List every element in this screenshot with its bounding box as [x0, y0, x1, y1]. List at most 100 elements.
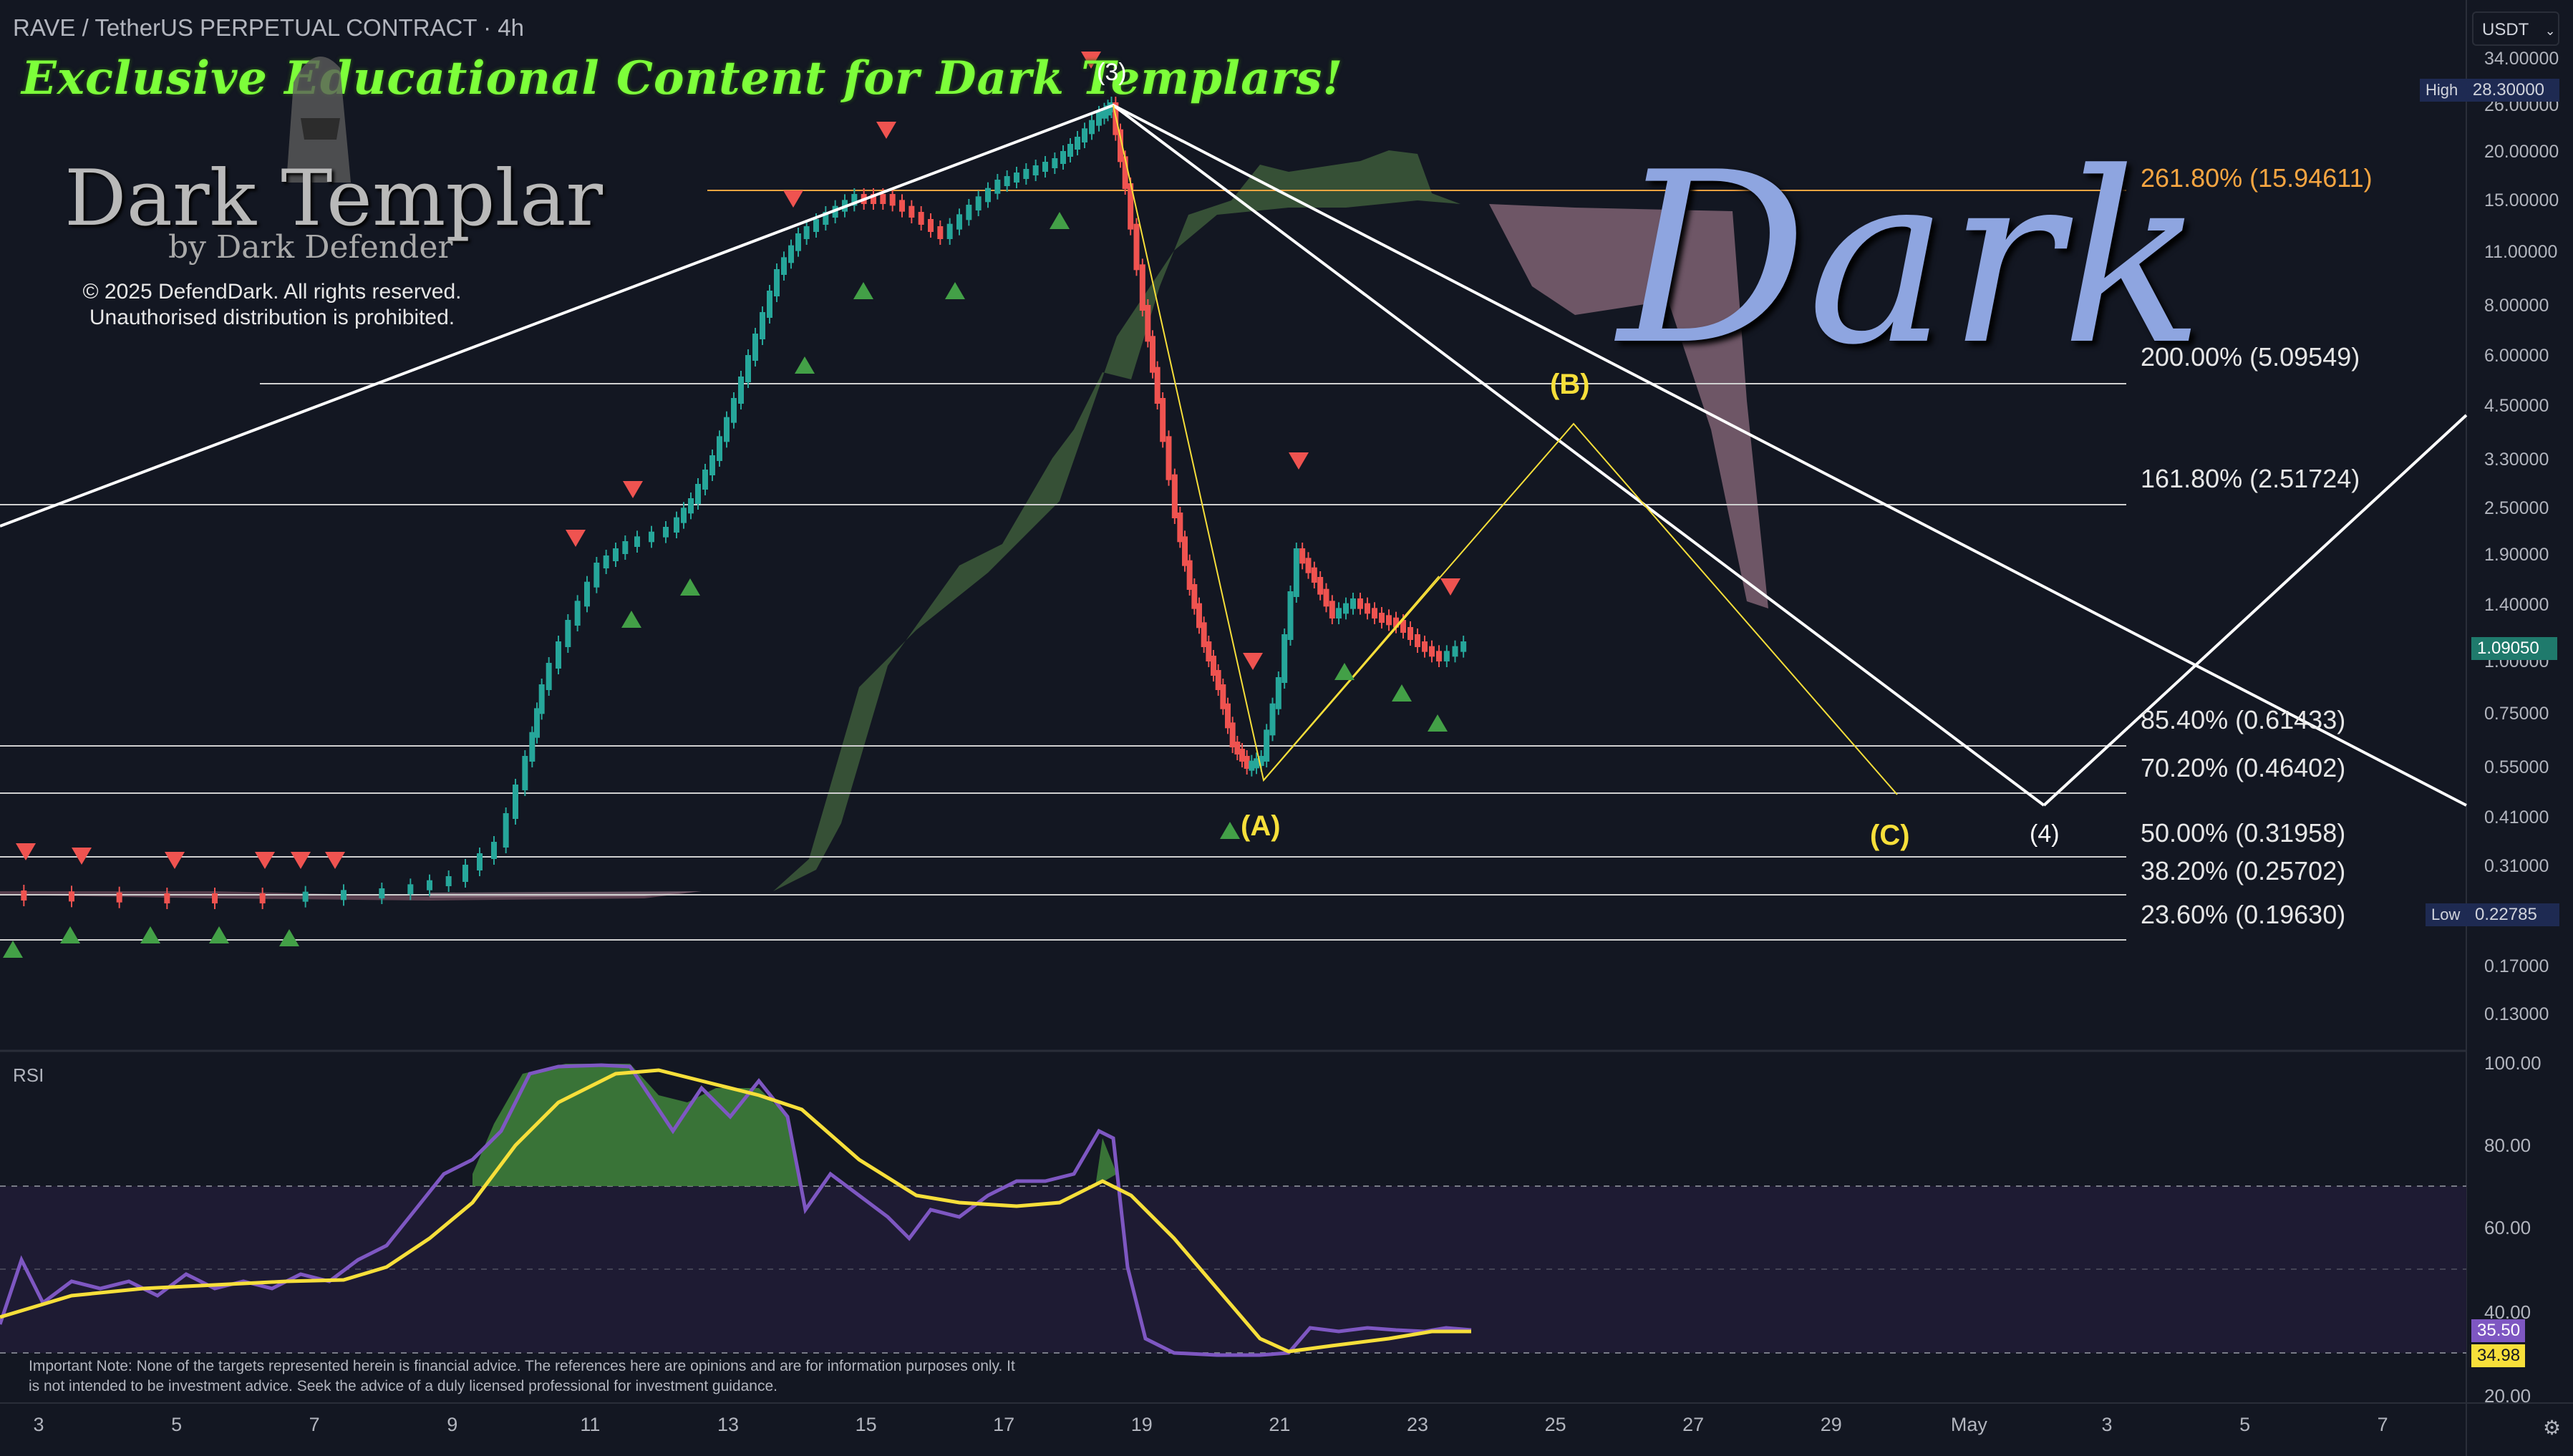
candle-body: [69, 891, 74, 902]
candle-body: [889, 194, 896, 206]
candle-body: [1089, 120, 1095, 135]
candle-body: [1014, 173, 1019, 183]
candle-body: [302, 891, 309, 902]
candle-body: [1323, 588, 1329, 607]
candle-body: [1154, 367, 1160, 404]
candle-body: [1460, 641, 1467, 652]
time-tick: 3: [33, 1414, 44, 1435]
candle-body: [1407, 627, 1413, 640]
rsi-value-tag: 35.50: [2471, 1319, 2525, 1342]
candle-body: [803, 226, 810, 239]
candle-body: [212, 893, 218, 903]
candle-body: [1343, 603, 1349, 614]
candle-body: [795, 233, 801, 251]
candle-body: [738, 377, 744, 404]
time-tick: 9: [447, 1414, 458, 1435]
candle-body: [760, 312, 765, 339]
wave-b-label: (B): [1550, 369, 1590, 400]
candle-body: [634, 536, 640, 547]
candle-body: [565, 620, 571, 647]
candle-body: [503, 813, 509, 848]
disclaimer-note: Important Note: None of the targets repr…: [29, 1358, 1015, 1394]
rsi-ma-tag: 34.98: [2471, 1344, 2525, 1367]
copyright-notice: © 2025 DefendDark. All rights reserved. …: [57, 279, 487, 331]
candle-body: [956, 214, 962, 230]
candle-body: [724, 417, 730, 442]
high-label: High: [2426, 81, 2458, 99]
candle-body: [994, 180, 1001, 194]
candle-body: [1082, 128, 1087, 142]
price-tick: 4.50000: [2484, 396, 2549, 416]
high-badge: High 28.30000: [2420, 79, 2559, 102]
price-tick: 3.30000: [2484, 450, 2549, 470]
price-tick: 0.17000: [2484, 956, 2549, 976]
candle-body: [593, 563, 600, 588]
settings-gear-icon[interactable]: ⚙: [2543, 1416, 2561, 1440]
currency-selector[interactable]: USDT ⌄: [2472, 11, 2559, 46]
wave-3-label: (3): [1097, 59, 1127, 86]
time-tick: 11: [580, 1414, 601, 1435]
low-badge: Low 0.22785: [2426, 903, 2559, 926]
candle-body: [928, 219, 934, 232]
candle-body: [1264, 729, 1270, 762]
time-tick: 5: [171, 1414, 183, 1435]
candle-body: [702, 470, 708, 490]
fib-level-label: 70.20% (0.46402): [2141, 753, 2346, 782]
candle-body: [1429, 646, 1435, 657]
time-tick: 19: [1130, 1414, 1153, 1435]
wave-4-label: (4): [2030, 820, 2060, 848]
candle-body: [1133, 223, 1140, 271]
candle-body: [717, 436, 722, 461]
price-tick: 6.00000: [2484, 346, 2549, 366]
candle-body: [1299, 548, 1306, 564]
candle-body: [1171, 474, 1178, 518]
brand-subtitle: by Dark Defender: [168, 229, 453, 266]
candle-body: [788, 245, 794, 263]
candle-body: [1329, 601, 1335, 618]
candle-body: [1067, 144, 1073, 157]
candle-body: [908, 205, 915, 218]
high-value: 28.30000: [2472, 80, 2545, 100]
candle-body: [584, 581, 590, 607]
time-tick: 5: [2239, 1414, 2251, 1435]
candle-body: [752, 334, 758, 361]
time-tick: 23: [1406, 1414, 1429, 1435]
rsi-tick: 80.00: [2484, 1135, 2531, 1156]
candle-body: [379, 888, 385, 898]
candle-body: [1166, 436, 1172, 480]
wave-a-label: (A): [1241, 810, 1281, 842]
candle-body: [937, 226, 944, 239]
time-tick: 7: [2377, 1414, 2388, 1435]
time-tick: 21: [1269, 1414, 1291, 1435]
price-tick: 0.13000: [2484, 1004, 2549, 1024]
candle-body: [1379, 613, 1385, 623]
price-tick: 11.00000: [2484, 242, 2558, 262]
candle-body: [813, 219, 819, 232]
candle-body: [1052, 158, 1058, 168]
candle-body: [546, 663, 552, 690]
candle-body: [695, 484, 701, 504]
candle-body: [1281, 634, 1288, 683]
price-tick: 2.50000: [2484, 498, 2549, 518]
candle-body: [116, 892, 122, 903]
rsi-tick: 60.00: [2484, 1217, 2531, 1238]
candle-body: [1287, 591, 1294, 640]
fib-level-label: 23.60% (0.19630): [2141, 900, 2346, 929]
candle-body: [1023, 169, 1029, 179]
fib-level-label: 85.40% (0.61433): [2141, 705, 2346, 734]
price-tick: 15.00000: [2484, 190, 2559, 210]
candle-body: [1275, 677, 1281, 709]
candle-body: [1096, 112, 1102, 126]
candle-body: [709, 455, 715, 475]
candle-body: [1042, 162, 1048, 172]
time-tick: May: [1950, 1414, 1987, 1435]
price-tick: 0.41000: [2484, 807, 2549, 828]
price-tick: 1.90000: [2484, 545, 2549, 565]
candle-body: [513, 785, 518, 819]
candle-body: [341, 890, 347, 901]
candle-body: [477, 853, 483, 870]
candle-body: [164, 893, 170, 903]
candle-body: [1452, 646, 1458, 657]
fib-level-label: 261.80% (15.94611): [2141, 163, 2373, 193]
rsi-tick: 20.00: [2484, 1385, 2531, 1407]
